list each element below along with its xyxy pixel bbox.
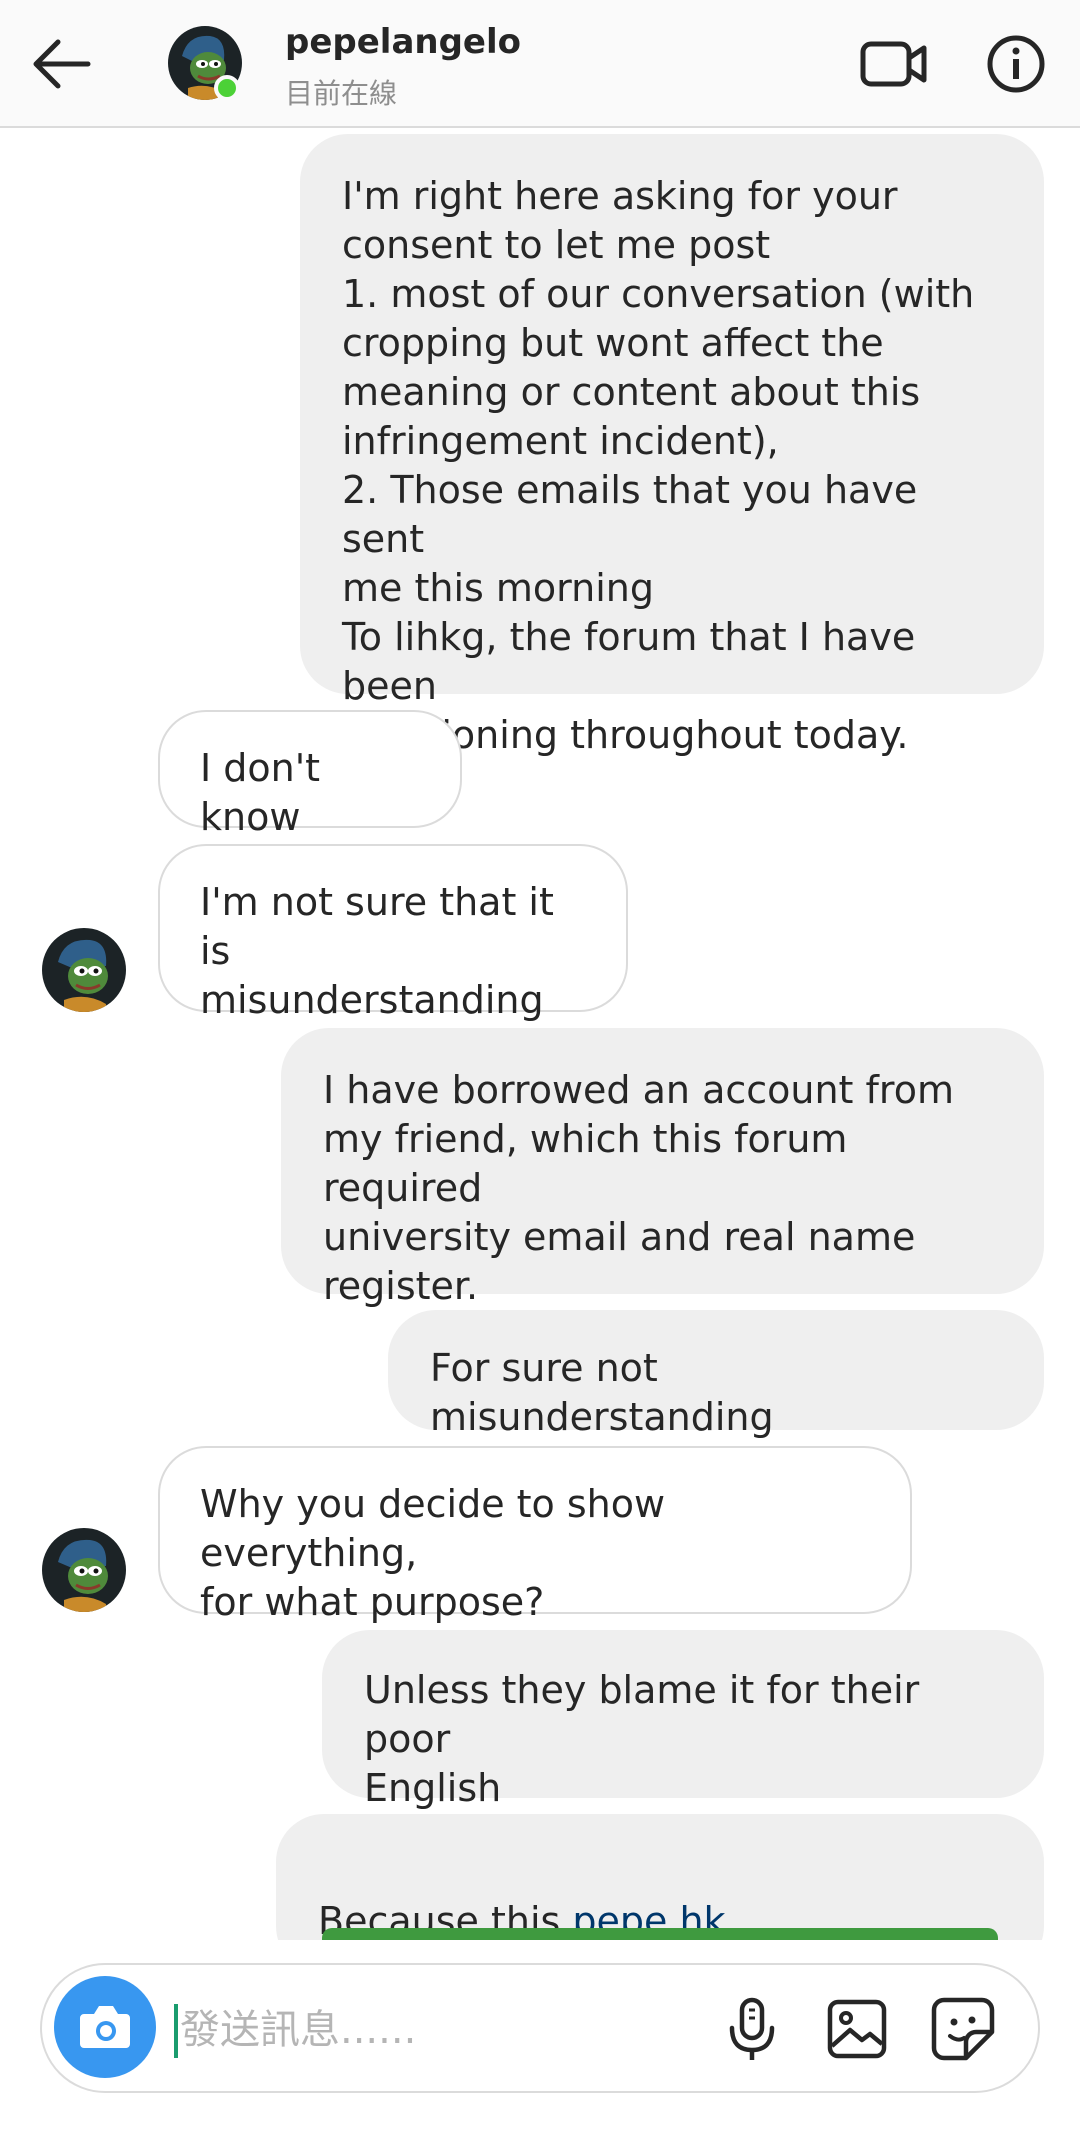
- outgoing-message[interactable]: I have borrowed an account from my frien…: [281, 1028, 1044, 1308]
- outgoing-message[interactable]: For sure not misunderstanding: [388, 1310, 1044, 1439]
- contact-avatar[interactable]: [42, 1528, 126, 1612]
- link-preview-card[interactable]: [322, 1928, 998, 1940]
- contact-status: 目前在線: [285, 77, 398, 110]
- contact-username[interactable]: pepelangelo: [285, 22, 521, 62]
- message-thread[interactable]: I'm right here asking for your consent t…: [0, 128, 1080, 1940]
- camera-icon: [80, 2006, 130, 2048]
- microphone-icon[interactable]: [722, 1996, 782, 2064]
- outgoing-message[interactable]: I'm right here asking for your consent t…: [300, 134, 1044, 757]
- camera-button[interactable]: [54, 1976, 156, 2078]
- online-status-indicator: [214, 75, 240, 101]
- outgoing-message[interactable]: Because this pepe.hk: [276, 1814, 1044, 1940]
- info-icon[interactable]: [986, 34, 1046, 94]
- chat-header: pepelangelo 目前在線: [0, 0, 1080, 128]
- video-call-icon[interactable]: [860, 36, 928, 92]
- sticker-icon[interactable]: [930, 1996, 996, 2062]
- contact-avatar[interactable]: [42, 928, 126, 1012]
- incoming-message[interactable]: Why you decide to show everything, for w…: [158, 1446, 912, 1624]
- back-arrow-icon[interactable]: [28, 36, 98, 92]
- gallery-icon[interactable]: [826, 1998, 888, 2060]
- incoming-message[interactable]: I don't know: [158, 710, 462, 839]
- message-input[interactable]: [178, 1996, 702, 2064]
- outgoing-message[interactable]: Unless they blame it for their poor Engl…: [322, 1630, 1044, 1810]
- incoming-message[interactable]: I'm not sure that it is misunderstanding: [158, 844, 628, 1022]
